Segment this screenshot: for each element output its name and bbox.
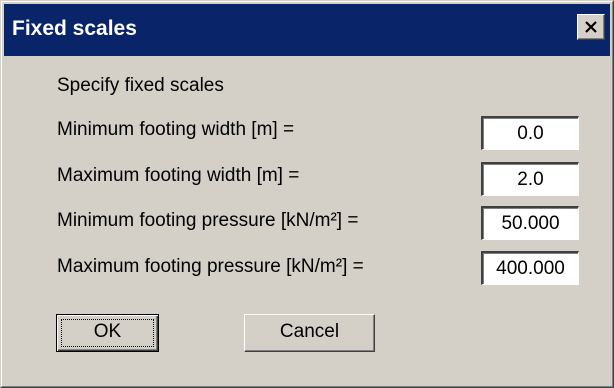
- max-footing-width-field[interactable]: [481, 162, 579, 196]
- instructions-label: Specify fixed scales: [57, 75, 224, 96]
- min-footing-width-field[interactable]: [481, 116, 579, 150]
- cancel-button-label: Cancel: [279, 321, 340, 342]
- cancel-button[interactable]: Cancel: [244, 314, 375, 352]
- min-footing-pressure-input[interactable]: [483, 208, 578, 239]
- title-bar[interactable]: Fixed scales: [4, 4, 610, 56]
- fixed-scales-dialog: Fixed scales Specify fixed scales Minimu…: [0, 0, 614, 388]
- min-footing-pressure-field[interactable]: [481, 206, 579, 240]
- close-button[interactable]: [577, 14, 605, 40]
- max-footing-width-label: Maximum footing width [m] =: [57, 165, 300, 186]
- dialog-title: Fixed scales: [12, 17, 137, 40]
- max-footing-pressure-input[interactable]: [483, 253, 578, 284]
- max-footing-width-input[interactable]: [483, 164, 578, 195]
- max-footing-pressure-label: Maximum footing pressure [kN/m²] =: [57, 256, 364, 277]
- ok-button-label: OK: [93, 321, 122, 342]
- min-footing-width-label: Minimum footing width [m] =: [57, 119, 295, 140]
- min-footing-pressure-label: Minimum footing pressure [kN/m²] =: [57, 210, 359, 231]
- ok-button[interactable]: OK: [56, 314, 159, 352]
- close-icon: [585, 21, 597, 33]
- min-footing-width-input[interactable]: [483, 118, 578, 149]
- max-footing-pressure-field[interactable]: [481, 251, 579, 285]
